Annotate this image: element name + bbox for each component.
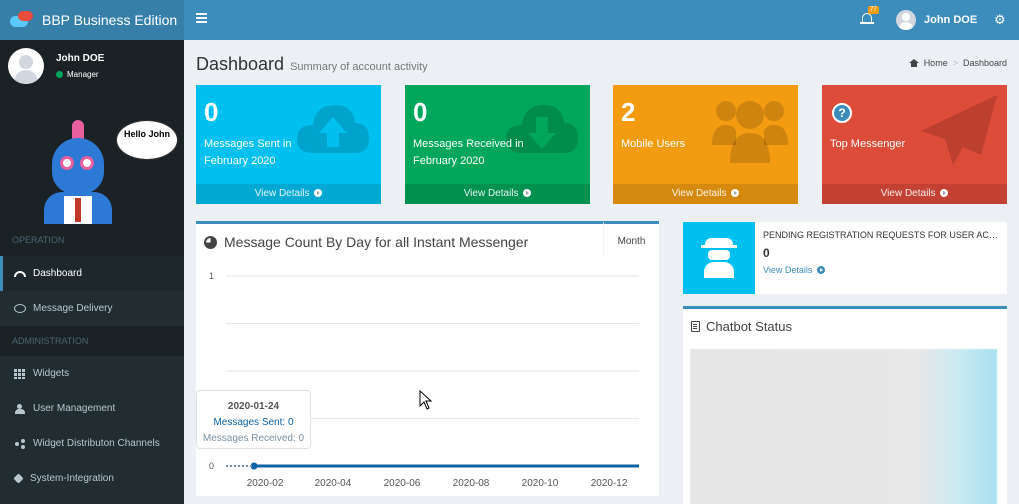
y-tick-label: 1 bbox=[209, 271, 214, 281]
mascot-speech-bubble: Hello John bbox=[116, 120, 178, 160]
sidebar-item-label: System-Integration bbox=[30, 473, 114, 484]
logo-bubbles-icon bbox=[10, 11, 34, 29]
x-tick-label: 2020-12 bbox=[591, 478, 628, 489]
tab-month[interactable]: Month bbox=[603, 221, 659, 257]
page-subtitle: Summary of account activity bbox=[290, 61, 428, 73]
arrow-circle-right-icon bbox=[816, 266, 825, 274]
user-panel: John DOE Manager bbox=[0, 40, 184, 92]
breadcrumb-current: Dashboard bbox=[962, 58, 1007, 68]
box-label: Messages Sent in February 2020 bbox=[204, 138, 292, 167]
box-value: 2 bbox=[621, 97, 636, 127]
menu-header-operation: OPERATION bbox=[0, 224, 184, 256]
x-tick-label: 2020-06 bbox=[384, 478, 421, 489]
user-status: Manager bbox=[56, 70, 104, 79]
box-value: 0 bbox=[413, 97, 428, 127]
page-title: Dashboard Summary of account activity bbox=[196, 54, 428, 74]
pending-requests-box: PENDING REGISTRATION REQUESTS FOR USER A… bbox=[683, 222, 1007, 294]
top-navbar: 77 John DOE ⚙ bbox=[184, 0, 1019, 40]
dashboard-icon bbox=[14, 270, 26, 277]
message-count-chart-panel: Message Count By Day for all Instant Mes… bbox=[196, 221, 659, 496]
avatar bbox=[896, 10, 916, 30]
robot-mascot-icon bbox=[52, 138, 104, 194]
messages-received-box: 0 Messages Received in February 2020 Vie… bbox=[405, 85, 590, 204]
x-tick-label: 2020-08 bbox=[453, 478, 490, 489]
tooltip-received: Messages Received: 0 bbox=[202, 433, 305, 444]
view-details-link[interactable]: View Details bbox=[822, 184, 1007, 204]
view-details-link[interactable]: View Details bbox=[196, 184, 381, 204]
sidebar-item-system-integration[interactable]: System-Integration bbox=[0, 461, 184, 496]
user-secret-icon bbox=[683, 222, 755, 294]
tooltip-date: 2020-01-24 bbox=[227, 401, 280, 412]
sidebar-item-label: Dashboard bbox=[33, 268, 82, 279]
sidebar-item-label: User Management bbox=[33, 403, 116, 414]
pending-view-details-link[interactable]: View Details bbox=[763, 265, 1003, 275]
settings-cogs-icon[interactable]: ⚙ bbox=[994, 12, 1006, 28]
puzzle-icon bbox=[13, 473, 24, 484]
notifications-bell-icon[interactable]: 77 bbox=[860, 6, 879, 28]
paper-plane-icon bbox=[921, 95, 997, 165]
sidebar-item-widget-distribution-channels[interactable]: Widget Distributon Channels bbox=[0, 426, 184, 461]
arrow-circle-right-icon bbox=[314, 189, 323, 197]
tooltip-sent: Messages Sent: 0 bbox=[213, 417, 294, 428]
x-tick-label: 2020-02 bbox=[247, 478, 284, 489]
app-title: BBP Business Edition bbox=[42, 12, 178, 28]
line-chart[interactable]: 0 1 2020-02 2020-04 2020-06 2020-08 2020-10 202… bbox=[196, 260, 659, 496]
comment-icon bbox=[14, 304, 26, 313]
question-bubble-icon: ? bbox=[832, 103, 852, 123]
menu-header-administration: ADMINISTRATION bbox=[0, 326, 184, 356]
sidebar-item-widgets[interactable]: Widgets bbox=[0, 356, 184, 391]
notification-badge: 77 bbox=[868, 6, 879, 14]
grid-icon bbox=[14, 368, 26, 379]
box-label: Mobile Users bbox=[621, 138, 686, 150]
arrow-circle-right-icon bbox=[731, 189, 740, 197]
chatbot-status-image bbox=[690, 349, 997, 504]
share-icon bbox=[14, 439, 26, 449]
mobile-users-box: 2 Mobile Users View Details bbox=[613, 85, 798, 204]
home-icon bbox=[908, 59, 919, 67]
chatbot-title: Chatbot Status bbox=[691, 319, 792, 334]
breadcrumb-home[interactable]: Home bbox=[924, 58, 948, 68]
arrow-circle-right-icon bbox=[940, 189, 949, 197]
clipboard-icon bbox=[691, 321, 700, 332]
y-tick-label: 0 bbox=[209, 461, 214, 471]
users-icon bbox=[712, 101, 788, 163]
breadcrumb: Home > Dashboard bbox=[908, 58, 1007, 68]
sidebar-item-user-management[interactable]: User Management bbox=[0, 391, 184, 426]
box-label: Top Messenger bbox=[830, 138, 906, 150]
user-avatar bbox=[8, 48, 44, 84]
messages-sent-box: 0 Messages Sent in February 2020 View De… bbox=[196, 85, 381, 204]
view-details-link[interactable]: View Details bbox=[405, 184, 590, 204]
mouse-cursor-icon bbox=[419, 390, 433, 410]
x-tick-label: 2020-04 bbox=[315, 478, 352, 489]
app-logo[interactable]: BBP Business Edition bbox=[0, 0, 184, 40]
arrow-circle-right-icon bbox=[523, 189, 532, 197]
user-menu-name: John DOE bbox=[924, 14, 978, 26]
sidebar-item-dashboard[interactable]: Dashboard bbox=[0, 256, 184, 291]
chart-title: Message Count By Day for all Instant Mes… bbox=[204, 234, 528, 250]
sidebar-toggle-icon[interactable] bbox=[196, 13, 207, 25]
pie-chart-icon bbox=[204, 235, 217, 249]
online-status-icon bbox=[56, 71, 63, 78]
chart-tooltip: 2020-01-24 Messages Sent: 0 Messages Rec… bbox=[196, 390, 311, 449]
sidebar-item-label: Widgets bbox=[33, 368, 70, 379]
sidebar-item-label: Message Delivery bbox=[33, 303, 113, 314]
pending-requests-count: 0 bbox=[763, 246, 770, 260]
box-value: 0 bbox=[204, 97, 219, 127]
top-messenger-box: ? Top Messenger View Details bbox=[822, 85, 1007, 204]
sidebar-item-message-delivery[interactable]: Message Delivery bbox=[0, 291, 184, 326]
box-label: Messages Received in February 2020 bbox=[413, 138, 524, 167]
users-icon bbox=[14, 403, 26, 414]
pending-requests-label: PENDING REGISTRATION REQUESTS FOR USER A… bbox=[763, 230, 1003, 240]
chatbot-status-panel: Chatbot Status bbox=[683, 306, 1007, 504]
mascot-illustration: Hello John bbox=[0, 92, 184, 224]
user-name: John DOE bbox=[56, 53, 105, 64]
view-details-link[interactable]: View Details bbox=[613, 184, 798, 204]
user-menu[interactable]: John DOE bbox=[896, 10, 977, 30]
sidebar: John DOE Manager Hello John OPERATION Da… bbox=[0, 40, 184, 504]
sidebar-item-label: Widget Distributon Channels bbox=[33, 438, 160, 449]
x-tick-label: 2020-10 bbox=[522, 478, 559, 489]
